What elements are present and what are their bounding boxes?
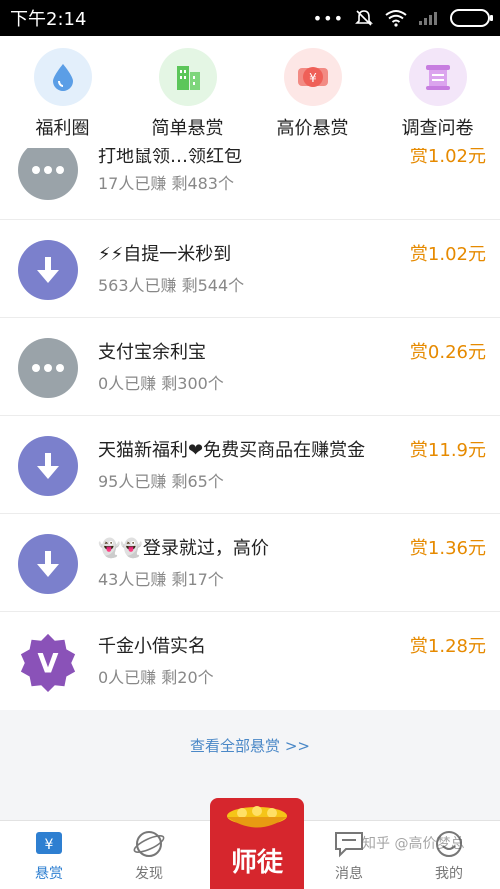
category-label: 调查问卷 <box>401 118 474 139</box>
battery-icon <box>450 9 493 27</box>
task-stats: 563人已赚 剩544个 <box>98 276 245 295</box>
task-row[interactable]: V 千金小借实名 0人已赚 剩20个 赏1.28元 <box>0 612 500 710</box>
center-button-label: 师徒 <box>230 848 283 878</box>
nav-label: 悬赏 <box>35 866 63 882</box>
task-row[interactable]: 👻👻登录就过，高价 43人已赚 剩17个 赏1.36元 <box>0 514 500 612</box>
planet-icon <box>133 831 165 857</box>
mute-icon <box>355 10 373 26</box>
water-drop-icon <box>33 48 92 106</box>
task-row[interactable]: 天猫新福利❤免费买商品在赚赏金 95人已赚 剩65个 赏11.9元 <box>0 416 500 514</box>
task-reward: 赏1.02元 <box>409 244 486 265</box>
task-stats: 0人已赚 剩300个 <box>98 374 224 393</box>
svg-text:¥: ¥ <box>309 71 317 85</box>
task-stats: 17人已赚 剩483个 <box>98 174 234 193</box>
task-title: ⚡⚡自提一米秒到 <box>98 244 232 265</box>
chat-bubble-icon <box>335 832 363 858</box>
task-reward: 赏0.26元 <box>409 342 486 363</box>
task-reward: 赏1.36元 <box>409 538 486 559</box>
category-label: 简单悬赏 <box>151 118 224 139</box>
svg-text:V: V <box>38 649 59 680</box>
category-row: 福利圈 简单悬赏 ¥ 高价悬赏 调查问卷 <box>0 36 500 148</box>
category-simple-reward[interactable]: 简单悬赏 <box>128 48 248 140</box>
money-icon: ¥ <box>283 48 342 106</box>
task-title: 天猫新福利❤免费买商品在赚赏金 <box>98 440 366 461</box>
v-badge-icon: V <box>18 632 78 692</box>
download-icon <box>18 240 78 300</box>
nav-label: 发现 <box>135 866 163 882</box>
scroll-icon <box>408 48 467 106</box>
more-dots-icon <box>18 148 78 200</box>
task-stats: 0人已赚 剩20个 <box>98 668 214 687</box>
task-reward: 赏1.28元 <box>409 636 486 657</box>
category-survey[interactable]: 调查问卷 <box>378 48 498 140</box>
download-icon <box>18 534 78 594</box>
master-apprentice-button[interactable]: 师徒 <box>210 798 304 889</box>
task-stats: 43人已赚 剩17个 <box>98 570 224 589</box>
reward-scroll-icon: ¥ <box>36 832 62 854</box>
watermark: 知乎 @高价梦总 <box>362 836 465 852</box>
status-time: 下午2:14 <box>10 9 87 30</box>
task-row[interactable]: 支付宝余利宝 0人已赚 剩300个 赏0.26元 <box>0 318 500 416</box>
gold-coins-icon <box>227 806 287 828</box>
nav-label: 我的 <box>435 866 463 882</box>
task-stats: 95人已赚 剩65个 <box>98 472 224 491</box>
task-row[interactable]: 打地鼠领…领红包 17人已赚 剩483个 赏1.02元 <box>0 148 500 220</box>
nav-tab-discover[interactable]: 发现 <box>114 829 184 883</box>
task-reward: 赏11.9元 <box>409 440 486 461</box>
nav-label: 消息 <box>335 866 363 882</box>
wifi-icon <box>385 10 407 27</box>
category-label: 高价悬赏 <box>276 118 349 139</box>
notification-dots-icon: ••• <box>312 8 344 28</box>
svg-text:¥: ¥ <box>45 837 54 853</box>
more-dots-icon <box>18 338 78 398</box>
task-title: 支付宝余利宝 <box>98 342 206 363</box>
task-reward: 赏1.02元 <box>409 148 486 167</box>
category-high-reward[interactable]: ¥ 高价悬赏 <box>253 48 373 140</box>
task-row[interactable]: ⚡⚡自提一米秒到 563人已赚 剩544个 赏1.02元 <box>0 220 500 318</box>
status-icons: ••• <box>312 8 493 28</box>
task-title: 打地鼠领…领红包 <box>98 148 242 167</box>
nav-tab-reward[interactable]: ¥ 悬赏 <box>14 829 84 883</box>
category-welfare-circle[interactable]: 福利圈 <box>3 48 123 140</box>
task-title: 👻👻登录就过，高价 <box>98 538 269 559</box>
signal-icon <box>419 12 437 25</box>
task-list: 打地鼠领…领红包 17人已赚 剩483个 赏1.02元 ⚡⚡自提一米秒到 563… <box>0 148 500 710</box>
status-bar: 下午2:14 ••• <box>0 0 500 36</box>
task-title: 千金小借实名 <box>98 636 206 657</box>
download-icon <box>18 436 78 496</box>
category-label: 福利圈 <box>35 118 90 139</box>
view-all-rewards-link[interactable]: 查看全部悬赏 >> <box>0 735 500 756</box>
buildings-icon <box>158 48 217 106</box>
